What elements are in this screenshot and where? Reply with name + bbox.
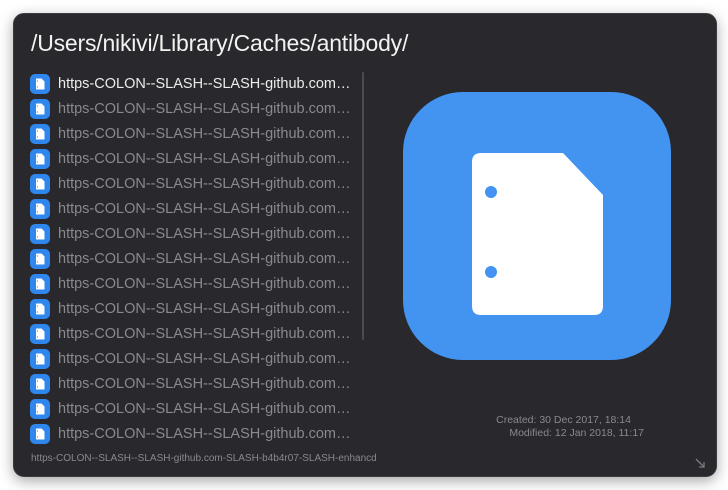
file-list-item[interactable]: https-COLON--SLASH--SLASH-github.com-SLA…: [30, 346, 360, 371]
file-label: https-COLON--SLASH--SLASH-github.com-SLA…: [58, 300, 354, 317]
file-icon: [30, 98, 50, 119]
file-label: https-COLON--SLASH--SLASH-github.com-SLA…: [58, 100, 354, 117]
file-icon: [30, 148, 50, 169]
file-list-item[interactable]: https-COLON--SLASH--SLASH-github.com-SLA…: [30, 71, 360, 96]
file-icon: [30, 123, 50, 144]
file-label: https-COLON--SLASH--SLASH-github.com-SLA…: [58, 250, 354, 267]
file-label: https-COLON--SLASH--SLASH-github.com-SLA…: [58, 425, 354, 442]
file-list-item[interactable]: https-COLON--SLASH--SLASH-github.com-SLA…: [30, 146, 360, 171]
file-icon: [30, 373, 50, 394]
file-metadata: Created: 30 Dec 2017, 18:14 Modified: 12…: [444, 414, 644, 440]
file-icon: [30, 298, 50, 319]
file-icon: [30, 348, 50, 369]
file-icon: [30, 198, 50, 219]
file-icon: [30, 273, 50, 294]
file-list-item[interactable]: https-COLON--SLASH--SLASH-github.com-SLA…: [30, 171, 360, 196]
file-list-item[interactable]: https-COLON--SLASH--SLASH-github.com-SLA…: [30, 196, 360, 221]
file-list-item[interactable]: https-COLON--SLASH--SLASH-github.com-SLA…: [30, 396, 360, 421]
file-label: https-COLON--SLASH--SLASH-github.com-SLA…: [58, 375, 354, 392]
file-label: https-COLON--SLASH--SLASH-github.com-SLA…: [58, 200, 354, 217]
document-icon: [403, 92, 671, 360]
file-label: https-COLON--SLASH--SLASH-github.com-SLA…: [58, 150, 354, 167]
file-list: https-COLON--SLASH--SLASH-github.com-SLA…: [30, 71, 360, 446]
file-label: https-COLON--SLASH--SLASH-github.com-SLA…: [58, 125, 354, 142]
file-icon: [30, 423, 50, 444]
file-label: https-COLON--SLASH--SLASH-github.com-SLA…: [58, 400, 354, 417]
file-icon: [30, 323, 50, 344]
file-list-item[interactable]: https-COLON--SLASH--SLASH-github.com-SLA…: [30, 96, 360, 121]
file-label: https-COLON--SLASH--SLASH-github.com-SLA…: [58, 275, 354, 292]
created-date: Created: 30 Dec 2017, 18:14: [496, 414, 631, 426]
resize-icon[interactable]: [694, 456, 706, 468]
finder-preview-window: /Users/nikivi/Library/Caches/antibody/ h…: [13, 13, 717, 477]
file-label: https-COLON--SLASH--SLASH-github.com-SLA…: [58, 225, 354, 242]
file-list-item[interactable]: https-COLON--SLASH--SLASH-github.com-SLA…: [30, 221, 360, 246]
file-list-item[interactable]: https-COLON--SLASH--SLASH-github.com-SLA…: [30, 321, 360, 346]
file-list-item[interactable]: https-COLON--SLASH--SLASH-github.com-SLA…: [30, 421, 360, 446]
file-icon: [30, 248, 50, 269]
file-list-item[interactable]: https-COLON--SLASH--SLASH-github.com-SLA…: [30, 296, 360, 321]
file-list-item[interactable]: https-COLON--SLASH--SLASH-github.com-SLA…: [30, 371, 360, 396]
file-icon: [30, 73, 50, 94]
file-label: https-COLON--SLASH--SLASH-github.com-SLA…: [58, 75, 354, 92]
file-list-item[interactable]: https-COLON--SLASH--SLASH-github.com-SLA…: [30, 121, 360, 146]
file-label: https-COLON--SLASH--SLASH-github.com-SLA…: [58, 175, 354, 192]
file-icon: [30, 223, 50, 244]
file-label: https-COLON--SLASH--SLASH-github.com-SLA…: [58, 325, 354, 342]
path-title: /Users/nikivi/Library/Caches/antibody/: [31, 30, 409, 56]
modified-date: Modified: 12 Jan 2018, 11:17: [509, 427, 644, 439]
scrollbar[interactable]: [362, 72, 364, 340]
file-list-item[interactable]: https-COLON--SLASH--SLASH-github.com-SLA…: [30, 246, 360, 271]
file-list-item[interactable]: https-COLON--SLASH--SLASH-github.com-SLA…: [30, 271, 360, 296]
footer-path: https-COLON--SLASH--SLASH-github.com-SLA…: [31, 453, 377, 464]
file-icon: [30, 398, 50, 419]
file-icon: [30, 173, 50, 194]
file-label: https-COLON--SLASH--SLASH-github.com-SLA…: [58, 350, 354, 367]
